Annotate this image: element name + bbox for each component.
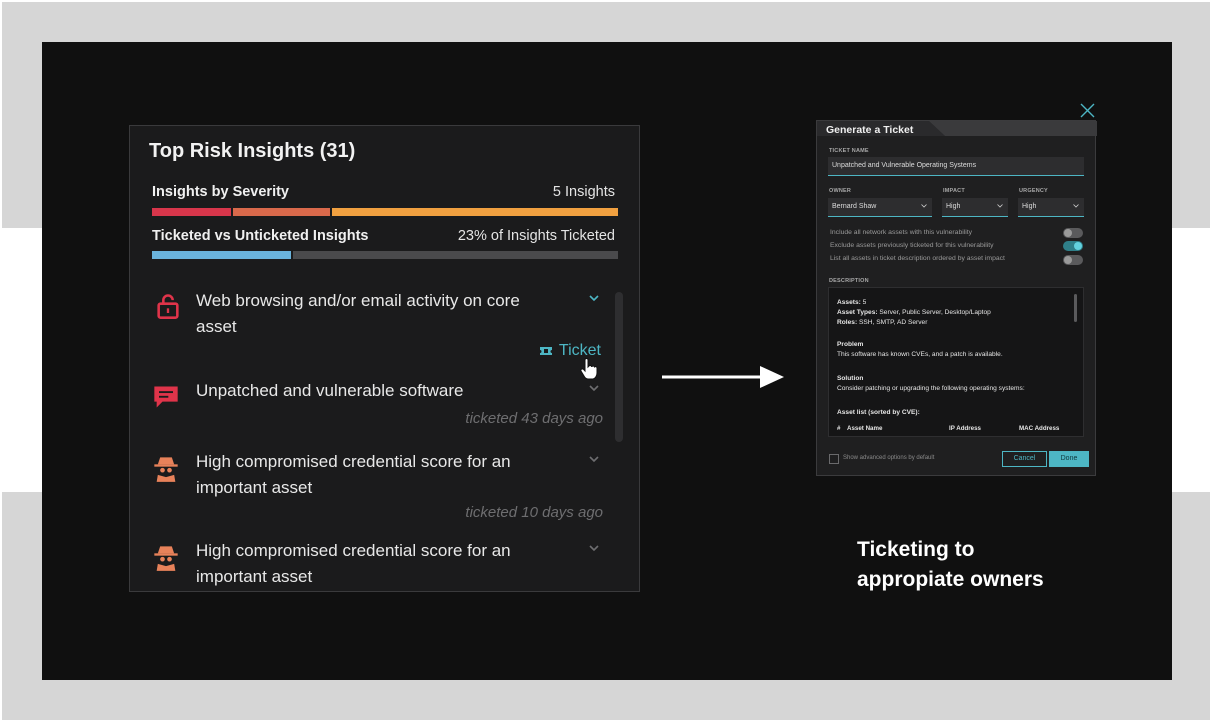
ticketed-value: 23% of Insights Ticketed — [457, 228, 615, 244]
insight-item[interactable]: Web browsing and/or email activity on co… — [148, 288, 603, 368]
severity-bar-segment — [331, 208, 618, 216]
col-ip-address: IP Address — [949, 425, 981, 432]
insight-text: High compromised credential score for an… — [196, 541, 511, 586]
chevron-down-icon[interactable] — [588, 453, 600, 465]
desc-types-key: Asset Types: — [837, 309, 878, 316]
done-button[interactable]: Done — [1049, 451, 1089, 467]
ticket-name-label: TICKET NAME — [829, 148, 869, 154]
desc-problem-head: Problem — [837, 341, 864, 348]
arrow-right-icon — [662, 366, 784, 388]
option-toggle[interactable] — [1063, 228, 1083, 238]
close-icon[interactable] — [1080, 103, 1095, 118]
caption-line-1: Ticketing to — [857, 538, 975, 561]
severity-bar — [152, 208, 618, 216]
owner-select[interactable]: Bernard Shaw — [828, 198, 932, 217]
option-label: Exclude assets previously ticketed for t… — [830, 242, 994, 249]
chevron-down-icon — [921, 204, 927, 208]
message-icon — [154, 386, 178, 408]
impact-select[interactable]: High — [942, 198, 1008, 217]
desc-solution-head: Solution — [837, 375, 864, 382]
col-mac-address: MAC Address — [1019, 425, 1060, 432]
option-toggle[interactable] — [1063, 255, 1083, 265]
insight-item[interactable]: Unpatched and vulnerable software ticket… — [148, 378, 603, 438]
severity-bar-segment — [232, 208, 330, 216]
urgency-label: URGENCY — [1019, 188, 1048, 194]
desc-assets-key: Assets: — [837, 299, 861, 306]
insight-text: High compromised credential score for an… — [196, 452, 511, 497]
dialog-title: Generate a Ticket — [826, 124, 914, 136]
desc-problem-text: This software has known CVEs, and a patc… — [837, 351, 1003, 358]
hand-cursor-icon — [580, 358, 598, 380]
desc-asset-list-head: Asset list (sorted by CVE): — [837, 409, 920, 416]
owner-value: Bernard Shaw — [832, 203, 877, 210]
scrollbar[interactable] — [615, 292, 623, 442]
chevron-down-icon[interactable] — [588, 382, 600, 394]
chevron-down-icon — [1073, 204, 1079, 208]
impact-value: High — [946, 203, 961, 210]
ticket-name-input[interactable]: Unpatched and Vulnerable Operating Syste… — [828, 157, 1084, 176]
spy-icon — [154, 457, 178, 482]
chevron-down-icon — [997, 204, 1003, 208]
chevron-down-icon[interactable] — [588, 292, 600, 304]
desc-roles-key: Roles: — [837, 319, 858, 326]
option-label: List all assets in ticket description or… — [830, 255, 1005, 262]
desc-roles-val: SSH, SMTP, AD Server — [857, 319, 928, 326]
spy-icon — [154, 546, 178, 571]
severity-bar-segment — [152, 208, 231, 216]
option-label: Include all network assets with this vul… — [830, 229, 973, 236]
advanced-options-label: Show advanced options by default — [843, 455, 935, 461]
desc-solution-text: Consider patching or upgrading the follo… — [837, 385, 1025, 392]
ticketed-meta: ticketed 10 days ago — [465, 504, 603, 521]
severity-value: 5 Insights — [552, 184, 615, 200]
ticket-name-value: Unpatched and Vulnerable Operating Syste… — [832, 162, 977, 169]
chevron-down-icon[interactable] — [588, 542, 600, 554]
description-label: DESCRIPTION — [829, 278, 869, 284]
insight-text: Unpatched and vulnerable software — [196, 381, 464, 400]
insight-item[interactable]: High compromised credential score for an… — [148, 449, 603, 529]
ticketed-bar-segment — [293, 251, 618, 259]
desc-assets-val: 5 — [860, 299, 867, 306]
desc-types-val: Server, Public Server, Desktop/Laptop — [877, 309, 991, 316]
unlock-icon — [157, 294, 179, 319]
impact-label: IMPACT — [943, 188, 965, 194]
col-number: # — [837, 425, 841, 432]
top-risk-insights-panel: Top Risk Insights (31) Insights by Sever… — [129, 125, 640, 592]
description-textarea[interactable]: Assets: 5 Asset Types: Server, Public Se… — [828, 287, 1084, 437]
urgency-select[interactable]: High — [1018, 198, 1084, 217]
severity-label: Insights by Severity — [152, 184, 289, 200]
advanced-options-checkbox[interactable] — [829, 454, 839, 464]
caption-line-2: appropiate owners — [857, 568, 1044, 591]
generate-ticket-dialog: Generate a Ticket TICKET NAME Unpatched … — [816, 120, 1097, 476]
insight-item[interactable]: High compromised credential score for an… — [148, 538, 603, 591]
ticketed-meta: ticketed 43 days ago — [465, 410, 603, 427]
ticketed-bar — [152, 251, 618, 259]
panel-title: Top Risk Insights (31) — [149, 140, 356, 162]
insight-text: Web browsing and/or email activity on co… — [196, 291, 520, 336]
caption: Ticketing to appropiate owners — [857, 535, 1044, 595]
scrollbar[interactable] — [1074, 294, 1077, 322]
cancel-button[interactable]: Cancel — [1002, 451, 1047, 467]
col-asset-name: Asset Name — [847, 425, 883, 432]
urgency-value: High — [1022, 203, 1037, 210]
owner-label: OWNER — [829, 188, 852, 194]
ticketed-label: Ticketed vs Unticketed Insights — [152, 228, 369, 244]
ticketed-bar-segment — [152, 251, 292, 259]
ticket-icon — [539, 347, 552, 355]
option-toggle[interactable] — [1063, 241, 1083, 251]
